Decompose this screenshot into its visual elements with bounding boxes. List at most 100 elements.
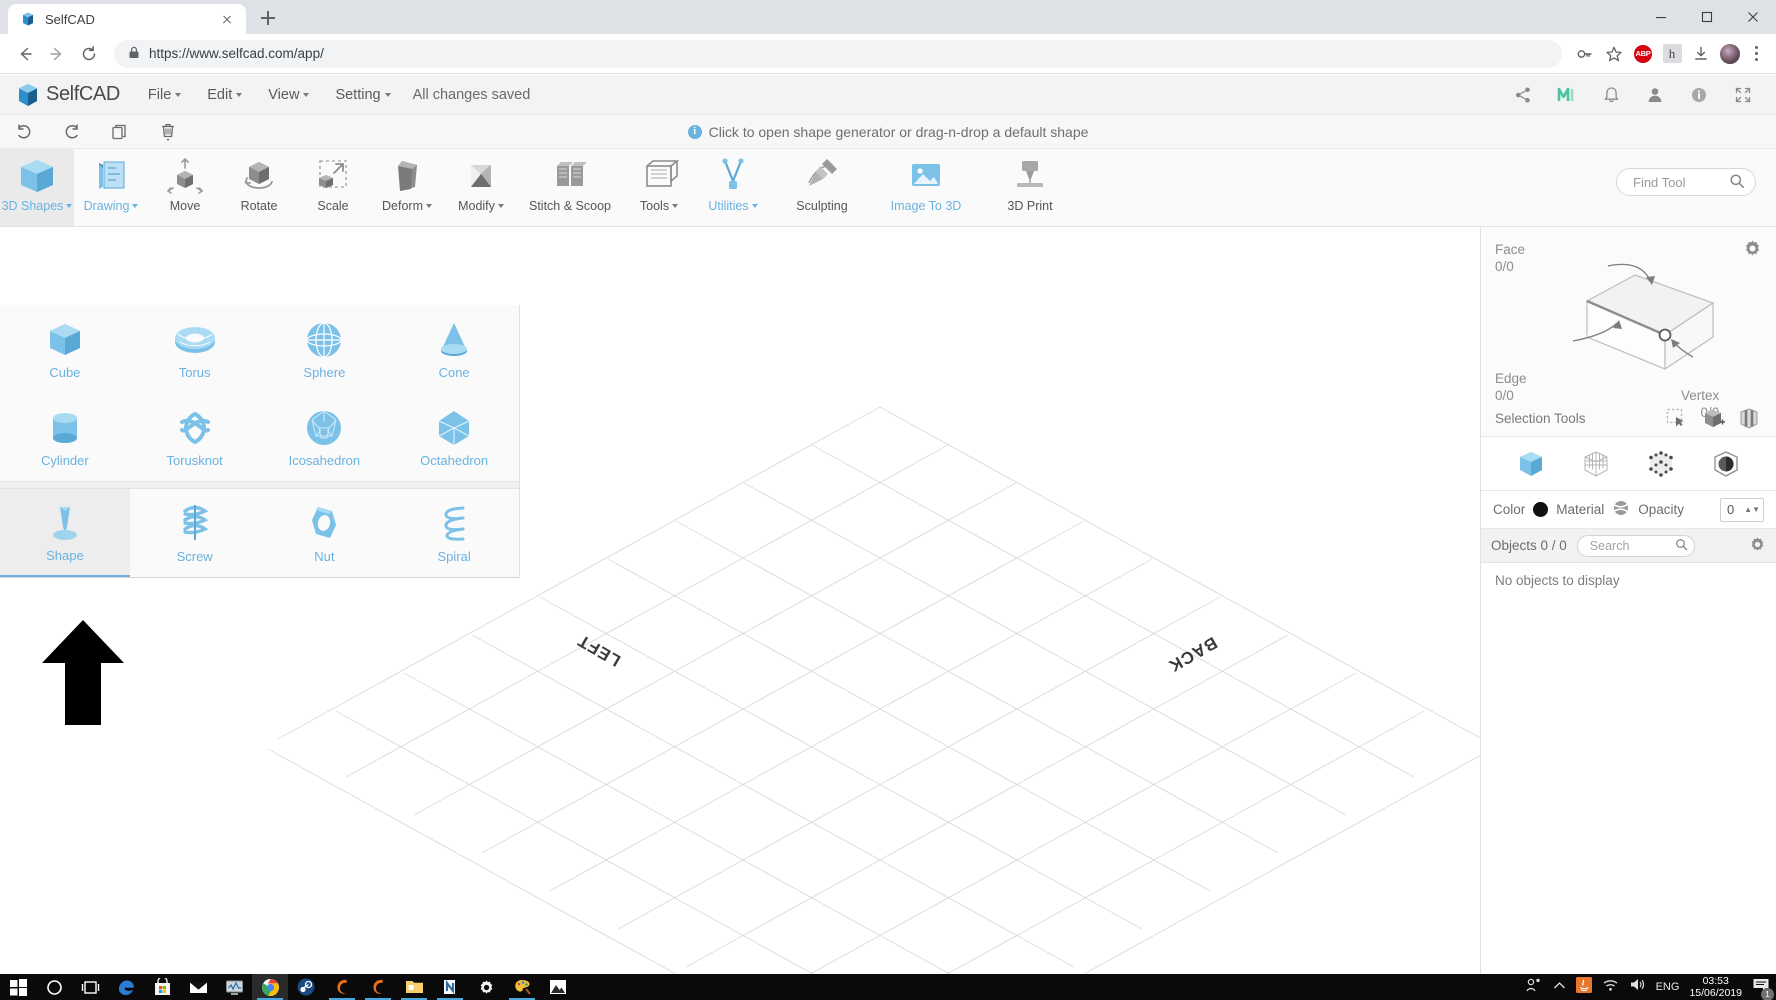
password-key-icon[interactable] bbox=[1572, 41, 1598, 67]
undo-icon[interactable] bbox=[14, 122, 34, 142]
show-hidden-icons-icon[interactable] bbox=[1553, 978, 1566, 996]
windows-start-icon[interactable] bbox=[0, 974, 36, 1000]
stepper-arrows-icon[interactable]: ▲▼ bbox=[1744, 505, 1760, 513]
cortana-icon[interactable] bbox=[36, 974, 72, 1000]
shape-cone[interactable]: Cone bbox=[389, 305, 519, 393]
menu-edit[interactable]: Edit bbox=[195, 83, 254, 107]
new-tab-icon[interactable] bbox=[254, 4, 282, 32]
settings-gear-icon[interactable] bbox=[468, 974, 504, 1000]
people-icon[interactable] bbox=[1525, 977, 1543, 998]
system-monitor-icon[interactable] bbox=[216, 974, 252, 1000]
copy-icon[interactable] bbox=[110, 122, 130, 142]
vertex-mode-icon[interactable] bbox=[1644, 447, 1678, 481]
toolbar-deform[interactable]: Deform bbox=[370, 149, 444, 226]
reload-icon[interactable] bbox=[74, 39, 104, 69]
adblock-plus-icon[interactable]: ABP bbox=[1630, 41, 1656, 67]
close-window-icon[interactable] bbox=[1730, 0, 1776, 34]
toolbar-image-to-3d[interactable]: Image To 3D bbox=[874, 149, 978, 226]
mail-icon[interactable] bbox=[180, 974, 216, 1000]
maximize-icon[interactable] bbox=[1684, 0, 1730, 34]
object-mode-icon[interactable] bbox=[1514, 447, 1548, 481]
action-center-icon[interactable]: 1 bbox=[1752, 977, 1774, 1000]
shape-sphere[interactable]: Sphere bbox=[260, 305, 390, 393]
bell-icon[interactable] bbox=[1600, 84, 1622, 106]
onenote-icon[interactable] bbox=[432, 974, 468, 1000]
toolbar-tools[interactable]: Tools bbox=[622, 149, 696, 226]
medium-m-icon[interactable] bbox=[1556, 84, 1578, 106]
forward-arrow-icon[interactable] bbox=[42, 39, 72, 69]
shapes-grid-row2: Cylinder Torusknot Icosahedron Octahedro… bbox=[0, 393, 519, 481]
shape-screw[interactable]: Screw bbox=[130, 489, 260, 577]
user-icon[interactable] bbox=[1644, 84, 1666, 106]
java-tray-icon[interactable] bbox=[1575, 976, 1592, 998]
shape-spiral[interactable]: Spiral bbox=[389, 489, 519, 577]
honey-extension-icon[interactable]: h bbox=[1659, 41, 1685, 67]
toolbar-scale-label: Scale bbox=[317, 199, 349, 213]
shape-cylinder[interactable]: Cylinder bbox=[0, 393, 130, 481]
selfcad-logo[interactable]: SelfCAD bbox=[14, 81, 120, 109]
selection-info-panel: Face 0/0 Edge 0/0 Vertex 0/0 Selection T… bbox=[1481, 227, 1776, 437]
loop-select-icon[interactable] bbox=[1736, 406, 1762, 430]
menu-setting[interactable]: Setting bbox=[323, 83, 402, 107]
language-indicator[interactable]: ENG bbox=[1656, 981, 1680, 993]
toolbar-scale[interactable]: Scale bbox=[296, 149, 370, 226]
toolbar-3d-print[interactable]: 3D Print bbox=[978, 149, 1082, 226]
toolbar-drawing[interactable]: Drawing bbox=[74, 149, 148, 226]
chrome-icon[interactable] bbox=[252, 974, 288, 1000]
shape-icosahedron[interactable]: Icosahedron bbox=[260, 393, 390, 481]
profile-avatar[interactable] bbox=[1717, 41, 1743, 67]
toolbar-utilities[interactable]: Utilities bbox=[696, 149, 770, 226]
menu-view[interactable]: View bbox=[256, 83, 321, 107]
back-arrow-icon[interactable] bbox=[10, 39, 40, 69]
toolbar-stitch-scoop[interactable]: Stitch & Scoop bbox=[518, 149, 622, 226]
wifi-icon[interactable] bbox=[1602, 978, 1619, 997]
rect-select-icon[interactable] bbox=[1664, 406, 1690, 430]
task-view-icon[interactable] bbox=[72, 974, 108, 1000]
edge-icon[interactable] bbox=[108, 974, 144, 1000]
objects-search-input[interactable]: Search bbox=[1576, 534, 1695, 557]
toolbar-sculpting[interactable]: Sculpting bbox=[770, 149, 874, 226]
opacity-stepper[interactable]: 0 ▲▼ bbox=[1720, 497, 1764, 522]
redo-icon[interactable] bbox=[62, 122, 82, 142]
microsoft-store-icon[interactable] bbox=[144, 974, 180, 1000]
shape-cube[interactable]: Cube bbox=[0, 305, 130, 393]
close-tab-icon[interactable] bbox=[218, 10, 236, 28]
address-bar[interactable]: https://www.selfcad.com/app/ bbox=[114, 39, 1562, 68]
find-tool-input[interactable]: Find Tool bbox=[1616, 168, 1756, 196]
photos-icon[interactable] bbox=[540, 974, 576, 1000]
shaded-mode-icon[interactable] bbox=[1709, 447, 1743, 481]
menu-file[interactable]: File bbox=[136, 83, 193, 107]
firefox-icon[interactable] bbox=[360, 974, 396, 1000]
toolbar-3d-shapes[interactable]: 3D Shapes bbox=[0, 149, 74, 226]
minimize-icon[interactable] bbox=[1638, 0, 1684, 34]
steam-icon[interactable] bbox=[288, 974, 324, 1000]
fullscreen-icon[interactable] bbox=[1732, 84, 1754, 106]
browser-tab[interactable]: SelfCAD bbox=[8, 4, 246, 34]
toolbar-modify[interactable]: Modify bbox=[444, 149, 518, 226]
taskbar-clock[interactable]: 03:53 15/06/2019 bbox=[1689, 975, 1742, 999]
color-swatch[interactable] bbox=[1533, 502, 1549, 517]
firefox-icon[interactable] bbox=[324, 974, 360, 1000]
delete-icon[interactable] bbox=[158, 122, 178, 142]
wireframe-mode-icon[interactable] bbox=[1579, 447, 1613, 481]
shape-torusknot[interactable]: Torusknot bbox=[130, 393, 260, 481]
toolbar-rotate[interactable]: Rotate bbox=[222, 149, 296, 226]
modify-icon bbox=[460, 155, 502, 197]
file-explorer-icon[interactable] bbox=[396, 974, 432, 1000]
volume-icon[interactable] bbox=[1629, 977, 1646, 997]
add-object-select-icon[interactable] bbox=[1700, 406, 1726, 430]
toolbar-move[interactable]: Move bbox=[148, 149, 222, 226]
chrome-menu-icon[interactable] bbox=[1746, 41, 1766, 67]
shape-generator[interactable]: Shape bbox=[0, 489, 130, 577]
bookmark-star-icon[interactable] bbox=[1601, 41, 1627, 67]
shape-nut[interactable]: Nut bbox=[260, 489, 390, 577]
downloads-icon[interactable] bbox=[1688, 41, 1714, 67]
shape-octahedron[interactable]: Octahedron bbox=[389, 393, 519, 481]
paint-icon[interactable] bbox=[504, 974, 540, 1000]
settings-gear-icon[interactable] bbox=[1743, 239, 1762, 261]
shape-torus[interactable]: Torus bbox=[130, 305, 260, 393]
material-sphere-icon[interactable] bbox=[1612, 500, 1630, 519]
info-icon[interactable] bbox=[1688, 84, 1710, 106]
objects-settings-gear-icon[interactable] bbox=[1749, 536, 1766, 556]
share-icon[interactable] bbox=[1512, 84, 1534, 106]
